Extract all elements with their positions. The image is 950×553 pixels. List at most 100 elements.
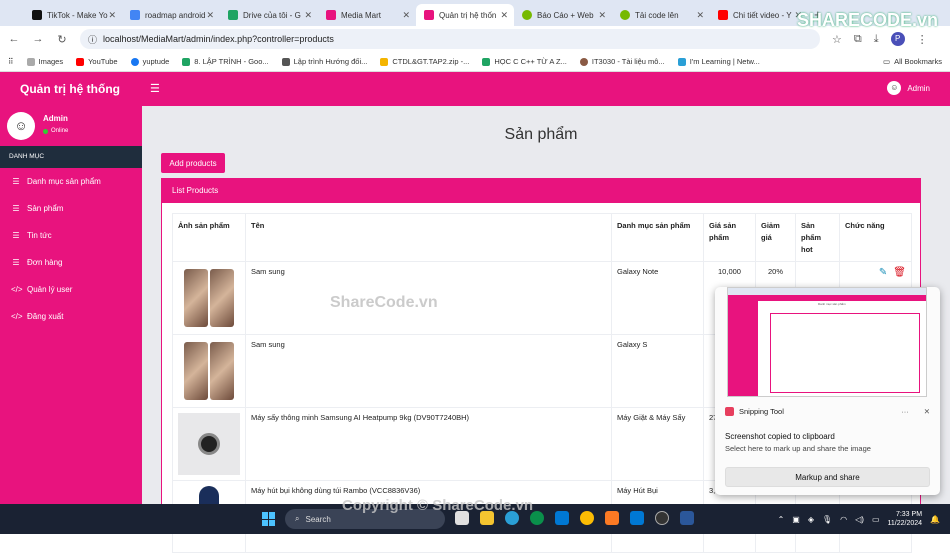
bookmark-label: All Bookmarks: [894, 57, 942, 66]
bookmark[interactable]: I'm Learning | Netw...: [677, 57, 760, 66]
logo-text: SHARECODE.vn: [796, 10, 938, 30]
status-online: Online: [43, 128, 68, 134]
sidebar-item-users[interactable]: </> Quản lý user: [0, 276, 142, 303]
obs-icon[interactable]: [655, 511, 669, 525]
browser-tab[interactable]: Tải code lên ✕: [612, 4, 710, 26]
folder-icon: [380, 57, 389, 66]
bookmark[interactable]: CTDL&GT.TAP2.zip -...: [380, 57, 469, 66]
screenshot-thumbnail[interactable]: Danh mục sản phẩm: [727, 287, 927, 397]
add-products-button[interactable]: Add products: [161, 153, 225, 173]
windows-start-icon[interactable]: [262, 512, 276, 526]
trash-icon[interactable]: 🗑: [893, 267, 906, 278]
tray-app-icon[interactable]: ▣: [792, 515, 800, 524]
sidebar-item-products[interactable]: ☰ Sản phẩm: [0, 195, 142, 222]
sidebar-item-logout[interactable]: </> Đăng xuất: [0, 303, 142, 330]
product-name: Sam sung: [245, 334, 612, 408]
sharecode-icon: [620, 10, 630, 20]
edit-icon[interactable]: ✎: [879, 267, 887, 278]
browser-tab[interactable]: roadmap android ✕: [122, 4, 220, 26]
bookmark-label: I'm Learning | Netw...: [689, 57, 760, 66]
close-icon[interactable]: ✕: [304, 10, 312, 21]
reload-icon[interactable]: ↻: [56, 33, 68, 46]
star-icon[interactable]: ☆: [832, 33, 842, 46]
user-name: Admin: [43, 114, 68, 123]
brand-title[interactable]: Quản trị hệ thống: [20, 82, 120, 96]
drive-icon: [482, 57, 491, 66]
wifi-icon[interactable]: ◠: [840, 515, 847, 524]
close-icon[interactable]: ✕: [500, 10, 508, 21]
column-header: Ảnh sản phẩm: [172, 213, 246, 262]
battery-icon[interactable]: ▭: [872, 515, 880, 524]
hamburger-icon[interactable]: ☰: [150, 82, 160, 95]
list-icon: ☰: [12, 204, 20, 213]
bookmark-label: yuptude: [142, 57, 170, 66]
clock[interactable]: 7:33 PM 11/22/2024: [888, 510, 923, 528]
bookmark[interactable]: HỌC C C++ TỪ A Z...: [482, 57, 567, 66]
close-icon[interactable]: ✕: [696, 10, 704, 21]
image-icon: [26, 57, 35, 66]
extensions-icon[interactable]: ⧉: [854, 33, 862, 46]
apps-grid-icon[interactable]: ⠿: [8, 57, 14, 66]
bookmark[interactable]: Lập trình Hướng đối...: [281, 57, 367, 66]
close-icon[interactable]: ✕: [598, 10, 606, 21]
all-bookmarks[interactable]: ▭ All Bookmarks: [883, 57, 942, 66]
close-icon[interactable]: ✕: [108, 10, 116, 21]
sharecode-logo: SHARECODE.vn: [797, 10, 938, 31]
tab-title: roadmap android: [145, 10, 206, 20]
chrome-icon[interactable]: [580, 511, 594, 525]
bookmark[interactable]: 8. LẬP TRÌNH - Goo...: [182, 57, 269, 66]
snipping-notification[interactable]: Danh mục sản phẩm Snipping Tool ··· ✕ Sc…: [715, 287, 940, 495]
close-icon[interactable]: ✕: [206, 10, 214, 21]
chevron-up-icon[interactable]: ⌃: [778, 515, 785, 524]
volume-icon[interactable]: ◁): [855, 515, 864, 524]
browser-tab[interactable]: Media Mart ✕: [318, 4, 416, 26]
tab-title: Drive của tôi - G: [243, 10, 301, 20]
tab-title: Media Mart: [341, 10, 382, 20]
url-input[interactable]: ⓘ localhost/MediaMart/admin/index.php?co…: [80, 29, 820, 49]
sidebar-item-orders[interactable]: ☰ Đơn hàng: [0, 249, 142, 276]
vscode-icon[interactable]: [630, 511, 644, 525]
download-icon[interactable]: ⤓: [874, 33, 879, 46]
close-icon[interactable]: ✕: [402, 10, 410, 21]
markup-share-button[interactable]: Markup and share: [725, 467, 930, 487]
bookmark[interactable]: YouTube: [76, 57, 118, 66]
site-info-icon[interactable]: ⓘ: [88, 33, 97, 46]
tab-title: TikTok - Make Yo: [47, 10, 108, 20]
code-icon: </>: [11, 312, 23, 321]
notification-bell-icon[interactable]: 🔔: [930, 515, 940, 524]
sidebar-item-news[interactable]: ☰ Tin tức: [0, 222, 142, 249]
drive-icon: [228, 10, 238, 20]
bookmark-label: Images: [38, 57, 64, 66]
product-image-cell: [172, 261, 246, 335]
browser-tab[interactable]: TikTok - Make Yo ✕: [24, 4, 122, 26]
back-icon[interactable]: ←: [8, 33, 20, 45]
user-menu[interactable]: ☺ Admin: [887, 81, 930, 95]
xampp-icon[interactable]: [605, 511, 619, 525]
watermark-center: ShareCode.vn: [330, 294, 438, 311]
sidebar-item-categories[interactable]: ☰ Danh mục sản phẩm: [0, 168, 142, 195]
nvidia-icon[interactable]: ◈: [808, 515, 814, 524]
column-header: Danh mục sản phẩm: [611, 213, 704, 262]
bookmark[interactable]: yuptude: [130, 57, 170, 66]
profile-avatar[interactable]: P: [890, 32, 905, 46]
tiktok-icon: [32, 10, 42, 20]
browser-tab[interactable]: Báo Cáo + Web ✕: [514, 4, 612, 26]
close-icon[interactable]: ✕: [924, 407, 930, 416]
forward-icon[interactable]: →: [32, 33, 44, 45]
table-header-row: Ảnh sản phẩm Tên Danh mục sản phẩm Giá s…: [172, 213, 912, 262]
product-category: Galaxy Note: [611, 261, 704, 335]
card-title: List Products: [162, 179, 920, 203]
microphone-icon[interactable]: 🎙: [822, 515, 832, 524]
menu-dots-icon[interactable]: ⋮: [917, 33, 928, 46]
bookmark-label: CTDL&GT.TAP2.zip -...: [392, 57, 470, 66]
bookmark[interactable]: Images: [26, 57, 64, 66]
list-icon: ☰: [12, 231, 20, 240]
bookmark[interactable]: IT3030 - Tài liệu mô...: [579, 57, 665, 66]
browser-tab-active[interactable]: Quản trị hệ thốn ✕: [416, 4, 514, 26]
browser-tab[interactable]: Chi tiết video - Y ✕: [710, 4, 808, 26]
word-icon[interactable]: [680, 511, 694, 525]
system-tray: ⌃ ▣ ◈ 🎙 ◠ ◁) ▭ 7:33 PM 11/22/2024 🔔: [778, 510, 940, 528]
store-icon[interactable]: [555, 511, 569, 525]
more-dots-icon[interactable]: ···: [901, 407, 909, 416]
browser-tab[interactable]: Drive của tôi - G ✕: [220, 4, 318, 26]
